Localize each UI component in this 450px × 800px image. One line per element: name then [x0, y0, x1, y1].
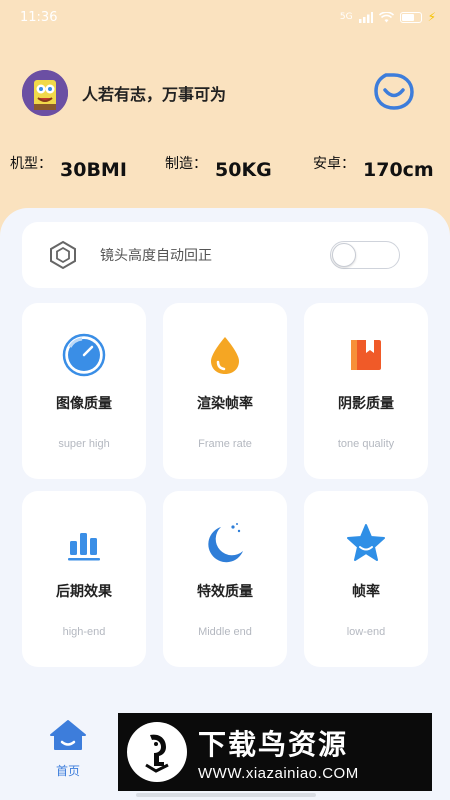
auto-correct-toggle[interactable]	[330, 241, 400, 269]
auto-correct-row: 镜头高度自动回正	[22, 222, 428, 288]
profile-motto: 人若有志，万事可为	[82, 85, 227, 104]
tile-title: 图像质量	[56, 396, 112, 412]
tile-title: 渲染帧率	[197, 396, 253, 412]
signal-icon: 5G	[339, 12, 353, 22]
avatar[interactable]	[22, 70, 68, 116]
home-icon	[50, 720, 86, 750]
gauge-icon	[62, 333, 106, 377]
device-stats: 机型： 30BMI 制造： 50KG 安卓： 170cm	[10, 150, 450, 190]
tile-render-framerate[interactable]: 渲染帧率 Frame rate	[163, 303, 287, 479]
cellular-icon	[358, 11, 373, 23]
charging-icon: ⚡	[427, 10, 436, 24]
status-time: 11:36	[20, 9, 58, 25]
home-indicator	[136, 793, 316, 797]
stat-value: 50KG	[215, 159, 272, 181]
stat-label: 机型：	[10, 156, 52, 172]
status-bar: 11:36 5G ⚡	[0, 0, 450, 34]
tile-image-quality[interactable]: 图像质量 super high	[22, 303, 146, 479]
stat-value: 170cm	[363, 159, 434, 181]
bar-chart-icon	[68, 533, 100, 561]
tile-effects-quality[interactable]: 特效质量 Middle end	[163, 491, 287, 667]
battery-icon	[399, 11, 422, 23]
bird-logo-icon	[127, 722, 187, 782]
nav-home[interactable]: 首页	[40, 712, 96, 782]
tile-subtitle: Frame rate	[198, 438, 252, 450]
stat-label: 安卓：	[313, 156, 355, 172]
tile-shadow-quality[interactable]: 阴影质量 tone quality	[304, 303, 428, 479]
tile-subtitle: high-end	[62, 626, 106, 638]
watermark-url: WWW.xiazainiao.COM	[198, 764, 359, 782]
tile-title: 阴影质量	[338, 396, 394, 412]
stat-manufacture: 制造： 50KG	[165, 156, 313, 181]
stat-value: 30BMI	[60, 159, 127, 181]
smile-logo-icon[interactable]	[372, 71, 416, 111]
auto-correct-label: 镜头高度自动回正	[100, 248, 212, 264]
stat-label: 制造：	[165, 156, 207, 172]
bookmark-icon	[351, 340, 381, 370]
hexagon-cube-icon	[50, 240, 76, 270]
watermark-title: 下载鸟资源	[198, 727, 349, 761]
stat-android: 安卓： 170cm	[313, 156, 434, 181]
status-icons: 5G ⚡	[340, 10, 436, 24]
star-icon	[347, 524, 385, 561]
watermark-banner: 下载鸟资源 WWW.xiazainiao.COM	[118, 713, 432, 791]
wifi-icon	[378, 11, 394, 22]
tile-title: 后期效果	[56, 584, 112, 600]
stat-model: 机型： 30BMI	[10, 156, 165, 181]
tile-post-effects[interactable]: 后期效果 high-end	[22, 491, 146, 667]
tile-subtitle: Middle end	[198, 626, 252, 638]
nav-home-label: 首页	[55, 764, 80, 778]
tile-title: 帧率	[352, 584, 380, 600]
tile-subtitle: tone quality	[337, 438, 395, 450]
droplet-icon	[211, 337, 239, 374]
profile-header: 人若有志，万事可为	[22, 70, 226, 116]
tile-title: 特效质量	[197, 584, 253, 600]
tile-subtitle: super high	[58, 438, 110, 450]
tile-subtitle: low-end	[346, 626, 386, 638]
tile-framerate[interactable]: 帧率 low-end	[304, 491, 428, 667]
moon-icon	[208, 523, 243, 563]
